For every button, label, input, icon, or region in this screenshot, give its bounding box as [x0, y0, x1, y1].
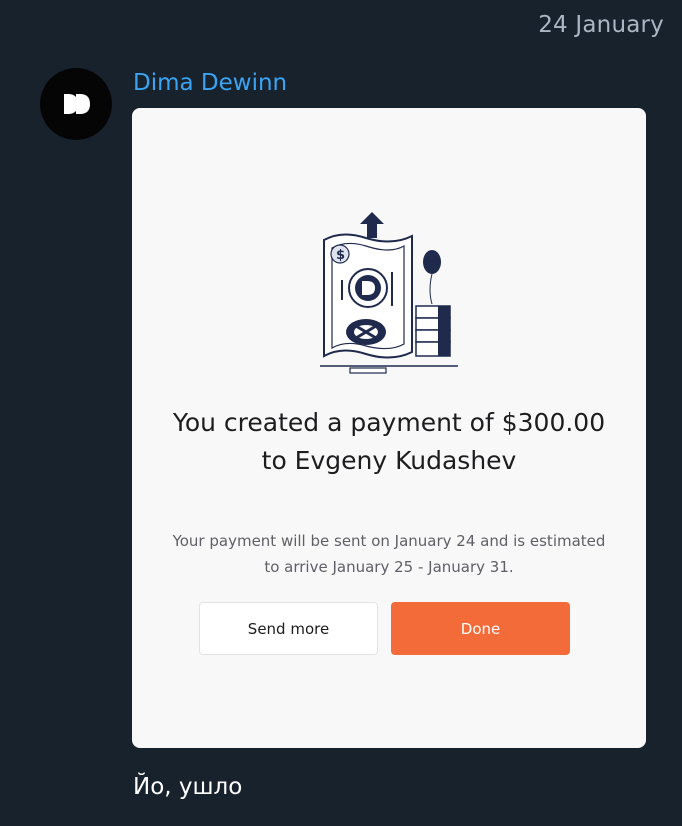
fast-forward-logo-icon: [64, 94, 90, 114]
avatar[interactable]: [40, 68, 112, 140]
date-separator: 24 January: [538, 12, 664, 38]
send-more-button[interactable]: Send more: [199, 602, 378, 655]
payment-headline: You created a payment of $300.00 to Evge…: [172, 408, 606, 475]
message-caption: Йо, ушло: [133, 774, 243, 800]
sender-name[interactable]: Dima Dewinn: [133, 70, 287, 96]
svg-text:$: $: [336, 248, 345, 263]
money-growth-illustration: $: [320, 212, 458, 374]
payment-card: $ You created a payment of $300.00 to Ev…: [132, 108, 646, 748]
payment-subtext: Your payment will be sent on January 24 …: [172, 532, 606, 576]
done-button[interactable]: Done: [391, 602, 570, 655]
